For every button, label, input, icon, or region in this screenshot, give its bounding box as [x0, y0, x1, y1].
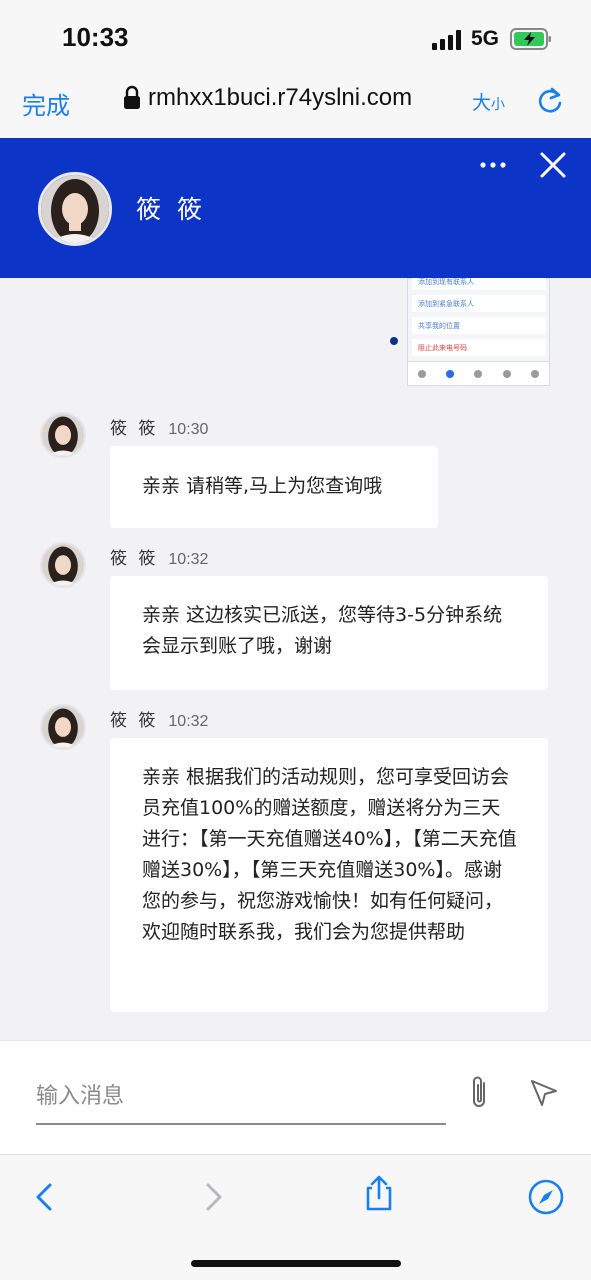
send-icon[interactable] — [528, 1077, 560, 1109]
agent-avatar-image — [41, 175, 109, 243]
text-size-label-big: 大 — [472, 92, 492, 114]
thumbnail-tab-icon — [474, 369, 483, 378]
message-bubble: 亲亲 请稍等,马上为您查询哦 — [110, 446, 438, 528]
message-sender: 筱 筱 — [110, 711, 159, 731]
message-avatar — [40, 704, 86, 750]
message-sender: 筱 筱 — [110, 419, 159, 439]
lock-icon — [124, 85, 140, 109]
status-time: 10:33 — [62, 22, 129, 52]
message-time: 10:32 — [168, 551, 209, 568]
compass-icon[interactable] — [526, 1177, 566, 1217]
message-avatar — [40, 412, 86, 458]
back-icon[interactable] — [24, 1177, 64, 1217]
close-icon[interactable] — [538, 150, 568, 180]
attachment-icon[interactable] — [466, 1073, 492, 1113]
thumbnail-row: 添加到紧急联系人 — [412, 295, 546, 312]
chat-header: 筱 筱 — [0, 138, 591, 278]
thumbnail-row: 共享我的位置 — [412, 317, 546, 334]
message-composer — [0, 1040, 591, 1154]
message-list[interactable]: 添加到现有联系人 添加到紧急联系人 共享我的位置 阻止此来电号码 筱 筱 10:3… — [0, 278, 591, 1040]
share-icon[interactable] — [359, 1173, 399, 1213]
message-meta: 筱 筱 10:32 — [110, 544, 208, 569]
message-sender: 筱 筱 — [110, 549, 159, 569]
url-field[interactable]: rmhxx1buci.r74yslni.com — [122, 84, 412, 112]
message-avatar-image — [42, 544, 84, 586]
thumbnail-tabbar — [408, 361, 549, 385]
forward-icon[interactable] — [194, 1177, 234, 1217]
message-text: 亲亲 这边核实已派送，您等待3-5分钟系统会显示到账了哦，谢谢 — [142, 604, 503, 657]
text-size-label-small: 小 — [491, 97, 506, 113]
thumbnail-tab-icon — [446, 369, 455, 378]
reload-icon[interactable] — [536, 86, 564, 116]
status-bar: 10:33 5G — [0, 0, 591, 70]
agent-avatar — [38, 172, 112, 246]
message-bubble: 亲亲 根据我们的活动规则，您可享受回访会员充值100%的赠送额度，赠送将分为三天… — [110, 738, 548, 1012]
thumbnail-tab-icon — [530, 369, 539, 378]
more-options-icon[interactable] — [478, 152, 508, 178]
home-indicator — [191, 1260, 401, 1267]
thumbnail-tab-icon — [502, 369, 511, 378]
battery-charging-icon — [510, 28, 551, 50]
message-meta: 筱 筱 10:32 — [110, 706, 208, 731]
message-bubble: 亲亲 这边核实已派送，您等待3-5分钟系统会显示到账了哦，谢谢 — [110, 576, 548, 690]
url-text: rmhxx1buci.r74yslni.com — [148, 84, 413, 111]
text-size-button[interactable]: 大小 — [472, 88, 505, 115]
thumbnail-tab-icon — [418, 369, 427, 378]
done-button[interactable]: 完成 — [22, 86, 70, 121]
agent-name: 筱 筱 — [136, 195, 206, 224]
message-time: 10:32 — [168, 713, 209, 730]
message-time: 10:30 — [168, 421, 209, 438]
message-avatar — [40, 542, 86, 588]
unread-dot — [390, 337, 398, 345]
message-avatar-image — [42, 706, 84, 748]
message-text: 亲亲 根据我们的活动规则，您可享受回访会员充值100%的赠送额度，赠送将分为三天… — [142, 766, 517, 943]
message-meta: 筱 筱 10:30 — [110, 414, 208, 439]
network-type: 5G — [471, 27, 500, 50]
cellular-signal-icon — [432, 30, 461, 50]
thumbnail-row: 阻止此来电号码 — [412, 339, 546, 356]
message-input[interactable] — [36, 1069, 446, 1125]
message-text: 亲亲 请稍等,马上为您查询哦 — [142, 475, 383, 497]
message-avatar-image — [42, 414, 84, 456]
browser-address-bar: 完成 rmhxx1buci.r74yslni.com 大小 — [0, 70, 591, 138]
thumbnail-row: 添加到现有联系人 — [412, 278, 546, 290]
screenshot-thumbnail[interactable]: 添加到现有联系人 添加到紧急联系人 共享我的位置 阻止此来电号码 — [407, 278, 550, 386]
